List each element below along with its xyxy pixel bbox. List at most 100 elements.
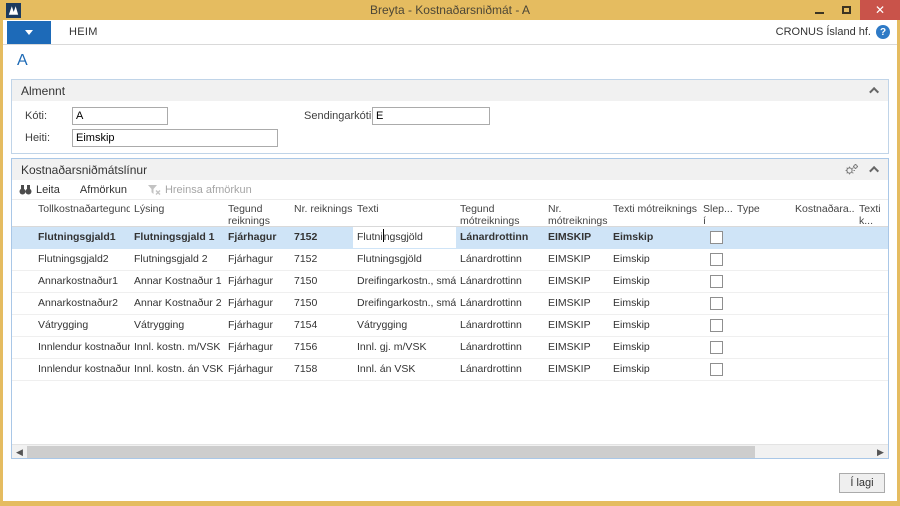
table-cell[interactable]: Vátrygging [34,315,130,336]
table-cell[interactable]: Eimskip [609,359,699,380]
table-cell[interactable]: 7158 [290,359,353,380]
table-cell[interactable]: Lánardrottinn [456,227,544,248]
table-cell[interactable] [733,337,791,358]
table-cell[interactable]: Lánardrottinn [456,271,544,292]
table-row[interactable]: VátryggingVátryggingFjárhagur7154Vátrygg… [12,315,888,337]
table-cell[interactable]: EIMSKIP [544,293,609,314]
table-cell[interactable]: Flutningsgjald 2 [130,249,224,270]
table-cell[interactable]: Lánardrottinn [456,293,544,314]
scrollbar-track[interactable] [27,445,873,459]
table-cell[interactable]: Annarkostnaður2 [34,293,130,314]
table-cell[interactable]: Flutningsgjald1 [34,227,130,248]
table-row[interactable]: Innlendur kostnaðurInnl. kostn. án VSKFj… [12,359,888,381]
table-cell[interactable] [791,227,855,248]
table-cell[interactable]: Eimskip [609,227,699,248]
table-cell[interactable]: Dreifingarkostn., smás... [353,293,456,314]
table-cell[interactable]: Innlendur kostnaður [34,359,130,380]
table-cell[interactable] [733,227,791,248]
table-cell[interactable]: Innl. gj. m/VSK [353,337,456,358]
horizontal-scrollbar[interactable]: ◀ ▶ [12,444,888,458]
table-cell[interactable]: Eimskip [609,249,699,270]
customize-gears-icon[interactable] [844,163,860,176]
table-cell[interactable] [855,315,895,336]
column-header[interactable]: Tollkostnaðartegund [34,203,130,215]
application-menu-button[interactable] [7,21,51,44]
table-cell[interactable]: Fjárhagur [224,315,290,336]
table-cell[interactable]: Flutningsgjöld [353,249,456,270]
skip-checkbox[interactable] [699,315,733,336]
table-cell[interactable] [733,293,791,314]
table-cell[interactable]: Lánardrottinn [456,249,544,270]
table-cell[interactable]: EIMSKIP [544,337,609,358]
table-cell[interactable] [733,359,791,380]
heiti-field[interactable] [72,129,278,147]
table-cell[interactable] [733,271,791,292]
table-cell[interactable] [791,359,855,380]
table-cell[interactable]: Vátrygging [353,315,456,336]
column-header[interactable]: Type [733,203,791,215]
maximize-icon[interactable] [833,0,860,20]
table-cell[interactable]: Vátrygging [130,315,224,336]
help-icon[interactable]: ? [876,25,890,39]
table-cell[interactable] [733,249,791,270]
tab-heim[interactable]: HEIM [69,26,98,38]
table-cell[interactable]: Fjárhagur [224,293,290,314]
column-header[interactable]: Texti [353,203,456,215]
company-name[interactable]: CRONUS Ísland hf. [776,26,871,38]
ok-button[interactable]: Í lagi [839,473,885,493]
table-cell[interactable]: Fjárhagur [224,337,290,358]
table-row[interactable]: Flutningsgjald2Flutningsgjald 2Fjárhagur… [12,249,888,271]
table-cell[interactable]: Eimskip [609,271,699,292]
table-row[interactable]: Innlendur kostnaðurInnl. kostn. m/VSKFjá… [12,337,888,359]
column-header[interactable]: Texti mótreiknings [609,203,699,215]
table-cell[interactable]: Innlendur kostnaður [34,337,130,358]
table-cell[interactable]: 7150 [290,293,353,314]
table-cell[interactable]: Innl. kostn. m/VSK [130,337,224,358]
table-cell[interactable]: EIMSKIP [544,315,609,336]
collapse-chevron-icon[interactable] [869,87,879,97]
table-cell[interactable]: Flutningsgjöld [353,227,456,248]
column-header[interactable]: Nr. mótreiknings [544,203,609,227]
table-cell[interactable]: Flutningsgjald 1 [130,227,224,248]
table-cell[interactable]: Annar Kostnaður 2 [130,293,224,314]
column-header[interactable]: Nr. reiknings [290,203,353,215]
table-cell[interactable]: Annarkostnaður1 [34,271,130,292]
scrollbar-thumb[interactable] [27,446,755,458]
table-cell[interactable]: Eimskip [609,293,699,314]
skip-checkbox[interactable] [699,293,733,314]
table-cell[interactable]: Fjárhagur [224,271,290,292]
scroll-right-icon[interactable]: ▶ [873,445,888,459]
table-cell[interactable]: Innl. án VSK [353,359,456,380]
column-header[interactable]: Texti k... [855,203,895,227]
table-cell[interactable] [791,271,855,292]
koti-field[interactable] [72,107,168,125]
table-cell[interactable]: Fjárhagur [224,227,290,248]
scroll-left-icon[interactable]: ◀ [12,445,27,459]
collapse-chevron-icon[interactable] [869,166,879,176]
table-cell[interactable]: 7154 [290,315,353,336]
table-cell[interactable] [733,315,791,336]
fasttab-almennt-header[interactable]: Almennt [12,80,888,101]
table-cell[interactable]: 7152 [290,227,353,248]
table-cell[interactable]: Annar Kostnaður 1 [130,271,224,292]
table-cell[interactable]: EIMSKIP [544,249,609,270]
table-cell[interactable] [855,249,895,270]
table-cell[interactable]: Lánardrottinn [456,315,544,336]
skip-checkbox[interactable] [699,227,733,248]
table-cell[interactable] [855,337,895,358]
skip-checkbox[interactable] [699,271,733,292]
table-cell[interactable]: EIMSKIP [544,359,609,380]
filter-button[interactable]: Afmörkun [80,184,127,196]
table-cell[interactable]: Innl. kostn. án VSK [130,359,224,380]
table-cell[interactable] [791,315,855,336]
table-cell[interactable] [855,227,895,248]
fasttab-lines-header[interactable]: Kostnaðarsniðmátslínur [12,159,888,180]
close-icon[interactable]: ✕ [860,0,900,20]
table-cell[interactable] [855,271,895,292]
skip-checkbox[interactable] [699,359,733,380]
column-header[interactable]: Tegund reiknings [224,203,290,227]
table-row[interactable]: Flutningsgjald1Flutningsgjald 1Fjárhagur… [12,227,888,249]
table-cell[interactable] [855,359,895,380]
table-cell[interactable]: Dreifingarkostn., smás... [353,271,456,292]
minimize-icon[interactable] [806,0,833,20]
